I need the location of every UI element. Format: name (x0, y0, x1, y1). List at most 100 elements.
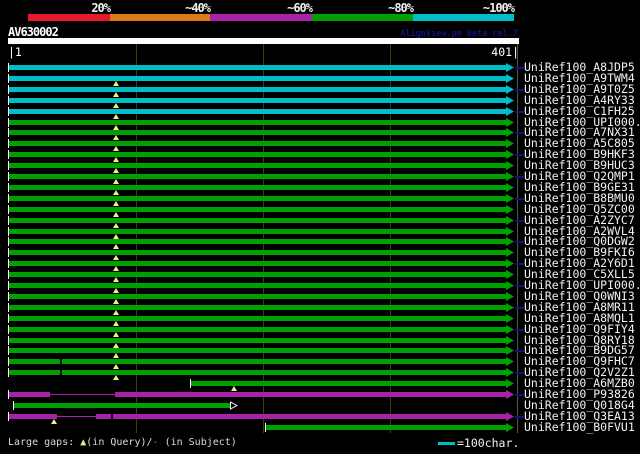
alignment-bar[interactable] (9, 370, 60, 375)
hit-label[interactable]: UniRef100_B0FVU1 (524, 421, 635, 434)
alignment-bar[interactable] (266, 425, 507, 430)
scale-segment-cyan (413, 14, 514, 21)
query-gap-triangle-icon (113, 364, 119, 369)
ruler-end-label: 401| (491, 45, 519, 59)
query-gap-triangle-icon (113, 321, 119, 326)
alignment-bar[interactable] (191, 381, 507, 386)
gaps-legend-part: Large gaps: (8, 437, 81, 448)
alignment-bar[interactable] (9, 414, 57, 419)
alignment-bar[interactable] (62, 359, 507, 364)
alignment-bar[interactable] (113, 414, 507, 419)
arrowhead-icon (506, 128, 514, 137)
query-gap-triangle-icon (113, 332, 119, 337)
arrowhead-icon (506, 85, 514, 94)
alignment-bar[interactable] (9, 207, 507, 212)
alignment-bar[interactable] (9, 87, 507, 92)
query-gap-triangle-icon (113, 255, 119, 260)
alignment-bar[interactable] (9, 229, 507, 234)
alignment-thin-gap-line[interactable] (50, 394, 115, 395)
alignment-bar[interactable] (9, 338, 507, 343)
label-link-dash (515, 416, 524, 418)
alignment-bar[interactable] (96, 414, 111, 419)
alignment-bar[interactable] (9, 348, 507, 353)
arrowhead-icon (506, 423, 514, 432)
alignment-bar[interactable] (62, 370, 507, 375)
scale-segment-magenta (210, 14, 312, 21)
query-gap-triangle-icon (113, 103, 119, 108)
query-gap-triangle-icon (113, 244, 119, 249)
gridline (517, 44, 518, 433)
arrowhead-icon (506, 107, 514, 116)
label-link-dash (515, 307, 524, 309)
alignment-bar[interactable] (9, 120, 507, 125)
alignment-thin-gap-line[interactable] (57, 416, 96, 417)
query-gap-triangle-icon (113, 353, 119, 358)
arrowhead-icon (506, 139, 514, 148)
query-gap-triangle-icon (113, 310, 119, 315)
alignment-bar[interactable] (9, 185, 507, 190)
arrowhead-icon (506, 314, 514, 323)
arrowhead-icon (506, 227, 514, 236)
label-link-dash (515, 372, 524, 374)
arrowhead-icon (506, 259, 514, 268)
alignment-bar[interactable] (9, 130, 507, 135)
query-gap-triangle-icon (113, 190, 119, 195)
alignment-bar[interactable] (9, 196, 507, 201)
query-gap-triangle-icon (113, 179, 119, 184)
query-gap-triangle-icon (51, 419, 57, 424)
query-id: AV630002 (8, 25, 59, 39)
alignment-bar[interactable] (9, 392, 50, 397)
query-gap-triangle-icon (113, 288, 119, 293)
alignment-bar[interactable] (9, 109, 507, 114)
alignment-bar[interactable] (9, 359, 60, 364)
alignment-bar[interactable] (9, 152, 507, 157)
arrowhead-icon (506, 183, 514, 192)
alignment-bar[interactable] (9, 141, 507, 146)
query-gap-triangle-icon (113, 277, 119, 282)
alignment-bar[interactable] (9, 294, 507, 299)
label-link-dash (515, 285, 524, 287)
ruler-start-label: |1 (8, 45, 22, 59)
alignment-bar[interactable] (9, 76, 507, 81)
arrowhead-icon (506, 292, 514, 301)
arrowhead-icon (506, 357, 514, 366)
scale-legend-label: =100char. (457, 436, 520, 450)
scale-segment-red (28, 14, 110, 21)
alignment-bar[interactable] (9, 65, 507, 70)
arrowhead-icon (506, 303, 514, 312)
query-gap-triangle-icon (231, 386, 237, 391)
label-link-dash (515, 198, 524, 200)
arrowhead-icon (506, 216, 514, 225)
scale-line-sample (438, 442, 455, 445)
scale-label: ~40% (185, 1, 211, 15)
arrowhead-icon (506, 248, 514, 257)
query-gap-triangle-icon (113, 114, 119, 119)
alignment-bar[interactable] (9, 327, 507, 332)
alignview-screen: 20% ~40% ~60% ~80% ~100% AV630002 AlignView.… (0, 0, 640, 454)
query-gap-triangle-icon (113, 299, 119, 304)
alignment-bar[interactable] (9, 283, 507, 288)
alignment-bar[interactable] (115, 392, 507, 397)
arrowhead-icon (506, 237, 514, 246)
alignment-bar[interactable] (9, 272, 507, 277)
query-gap-triangle-icon (113, 212, 119, 217)
alignment-bar[interactable] (9, 218, 507, 223)
arrowhead-icon (506, 205, 514, 214)
alignment-bar[interactable] (9, 305, 507, 310)
query-gap-triangle-icon (113, 157, 119, 162)
alignment-bar[interactable] (9, 163, 507, 168)
label-link-dash (515, 263, 524, 265)
alignment-bar[interactable] (9, 316, 507, 321)
arrowhead-icon (506, 368, 514, 377)
alignment-bar[interactable] (14, 403, 230, 408)
arrowhead-icon (506, 63, 514, 72)
alignment-bar[interactable] (9, 98, 507, 103)
query-gap-triangle-icon (113, 201, 119, 206)
query-gap-triangle-icon (113, 375, 119, 380)
alignment-bar[interactable] (9, 261, 507, 266)
alignment-bar[interactable] (9, 250, 507, 255)
alignment-bar[interactable] (9, 174, 507, 179)
alignment-bar[interactable] (9, 239, 507, 244)
query-gap-triangle-icon (113, 81, 119, 86)
gaps-legend-part: (in Subject) (158, 437, 237, 448)
